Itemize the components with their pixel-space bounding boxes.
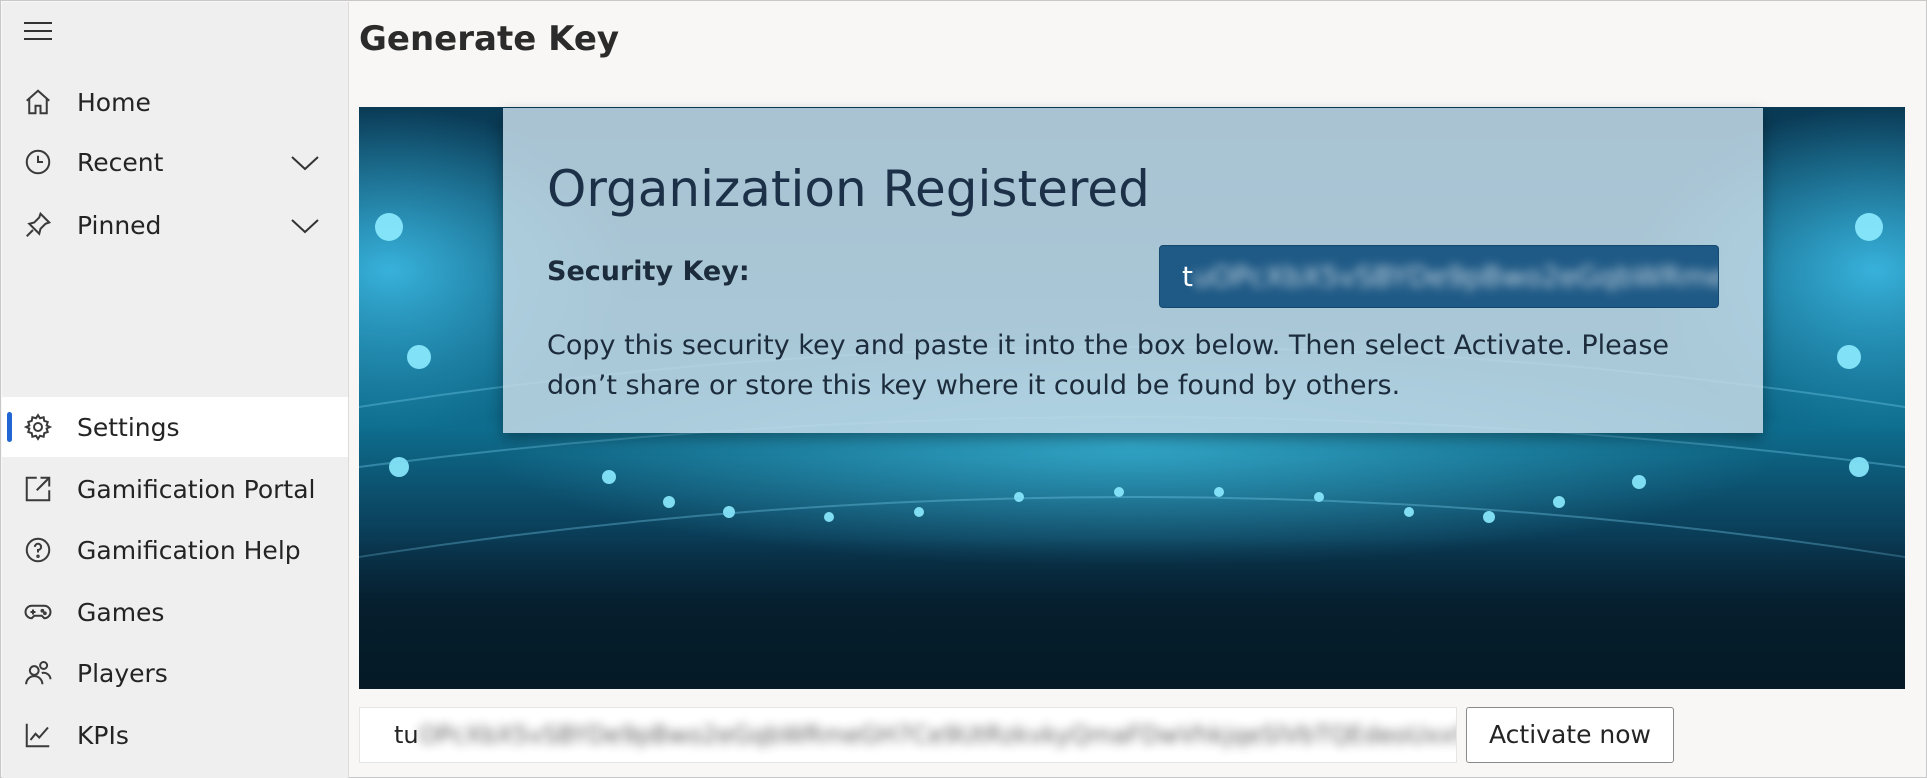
sidebar-item-label: Home xyxy=(77,87,151,117)
external-link-icon xyxy=(22,473,54,505)
page-title: Generate Key xyxy=(359,19,620,59)
security-key-value[interactable]: tuOPcXbX5vSBYDe9pBwo2eGqbWRmem xyxy=(1159,245,1719,308)
pin-icon xyxy=(22,209,54,241)
sidebar-item-label: Games xyxy=(77,597,165,627)
active-indicator xyxy=(7,412,12,442)
sidebar-item-label: Gamification Portal xyxy=(77,474,316,504)
chevron-down-icon[interactable] xyxy=(290,150,320,174)
sidebar-item-home[interactable]: Home xyxy=(2,72,348,132)
chevron-down-icon[interactable] xyxy=(290,213,320,237)
security-key-input-blurred: OPcXbX5vSBYDe9pBwo2eGqbWRmeGH7Ce9UtRzkvk… xyxy=(418,721,1457,749)
activate-now-button[interactable]: Activate now xyxy=(1466,707,1674,763)
security-key-blurred: uOPcXbX5vSBYDe9pBwo2eGqbWRme xyxy=(1192,260,1719,293)
security-key-prefix: t xyxy=(1182,260,1193,293)
organization-registered-card: Organization Registered Security Key: tu… xyxy=(503,108,1763,433)
sidebar-item-gamification-help[interactable]: Gamification Help xyxy=(2,520,348,580)
chart-line-icon xyxy=(22,719,54,751)
hamburger-menu-icon[interactable] xyxy=(24,22,52,44)
app-window: Home Recent Pinned Settings Gamification… xyxy=(0,0,1927,778)
help-icon xyxy=(22,534,54,566)
security-key-input-prefix: tu xyxy=(394,721,419,749)
sidebar-item-pinned[interactable]: Pinned xyxy=(2,195,348,255)
security-key-input[interactable]: tuOPcXbX5vSBYDe9pBwo2eGqbWRmeGH7Ce9UtRzk… xyxy=(359,707,1457,763)
sidebar-item-label: Recent xyxy=(77,147,164,177)
sidebar: Home Recent Pinned Settings Gamification… xyxy=(2,2,349,778)
sidebar-item-label: Pinned xyxy=(77,210,162,240)
card-title: Organization Registered xyxy=(547,160,1150,218)
players-icon xyxy=(22,657,54,689)
sidebar-item-games[interactable]: Games xyxy=(2,582,348,642)
clock-icon xyxy=(22,146,54,178)
card-description: Copy this security key and paste it into… xyxy=(547,330,1670,401)
sidebar-item-recent[interactable]: Recent xyxy=(2,132,348,192)
home-icon xyxy=(22,86,54,118)
stadium-crowd xyxy=(359,539,1905,689)
gear-icon xyxy=(22,411,54,443)
sidebar-item-settings[interactable]: Settings xyxy=(2,397,348,457)
sidebar-item-kpis[interactable]: KPIs xyxy=(2,705,348,765)
sidebar-item-gamification-portal[interactable]: Gamification Portal xyxy=(2,459,348,519)
gamepad-icon xyxy=(22,596,54,628)
sidebar-item-players[interactable]: Players xyxy=(2,643,348,703)
sidebar-item-label: Players xyxy=(77,658,168,688)
sidebar-item-label: Gamification Help xyxy=(77,535,301,565)
sidebar-item-label: KPIs xyxy=(77,720,129,750)
security-key-label: Security Key: xyxy=(547,256,750,287)
sidebar-item-label: Settings xyxy=(77,412,180,442)
